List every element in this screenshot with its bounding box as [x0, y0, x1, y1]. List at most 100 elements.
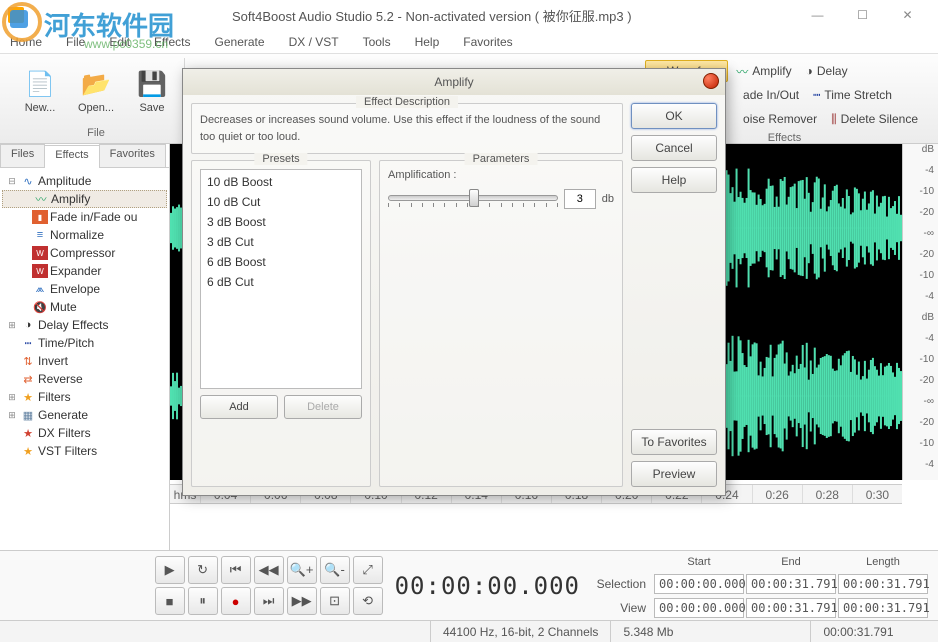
transport-buttons: ▶ ↻ ⏮ ◀◀ 🔍+ 🔍- ⤢ ■ ⏸ ● ⏭ ▶▶ ⊡ ⟲: [155, 556, 383, 615]
menu-home[interactable]: Home: [10, 35, 42, 49]
menu-favorites[interactable]: Favorites: [463, 35, 512, 49]
amplify-dialog: Amplify Effect Description Decreases or …: [182, 68, 726, 496]
effects-group-label: Effects: [768, 132, 801, 144]
delete-silence-button[interactable]: ⫼Delete Silence: [825, 108, 924, 130]
pause-button[interactable]: ⏸: [188, 587, 218, 615]
preset-item[interactable]: 3 dB Cut: [203, 232, 359, 252]
forward-button[interactable]: ▶▶: [287, 587, 317, 615]
end-header: End: [746, 556, 836, 568]
amplification-unit: db: [602, 193, 614, 205]
status-format: 44100 Hz, 16-bit, 2 Channels: [430, 621, 610, 642]
tree-compressor[interactable]: WCompressor: [2, 244, 167, 262]
preset-item[interactable]: 3 dB Boost: [203, 212, 359, 232]
maximize-button[interactable]: ☐: [840, 1, 885, 29]
preset-delete-button: Delete: [284, 395, 362, 419]
tab-favorites[interactable]: Favorites: [99, 144, 166, 167]
effects-tree[interactable]: ⊟∿Amplitude 〰Amplify ▮Fade in/Fade ou ≡N…: [0, 168, 169, 550]
titlebar: Soft4Boost Audio Studio 5.2 - Non-activa…: [0, 0, 938, 30]
preset-item[interactable]: 6 dB Boost: [203, 252, 359, 272]
presets-box: Presets 10 dB Boost10 dB Cut3 dB Boost3 …: [191, 160, 371, 487]
window-title: Soft4Boost Audio Studio 5.2 - Non-activa…: [232, 6, 795, 25]
effect-description-box: Effect Description Decreases or increase…: [191, 103, 623, 154]
tree-generate[interactable]: ⊞▦Generate: [2, 406, 167, 424]
selection-grid: Start End Length Selection 00:00:00.000 …: [592, 553, 928, 619]
start-header: Start: [654, 556, 744, 568]
noise-remover-button[interactable]: oise Remover: [737, 108, 823, 130]
zoom-100-button[interactable]: ⟲: [353, 587, 383, 615]
tree-mute[interactable]: 🔇Mute: [2, 298, 167, 316]
loop-button[interactable]: ↻: [188, 556, 218, 584]
tree-reverse[interactable]: ⇄Reverse: [2, 370, 167, 388]
tree-filters[interactable]: ⊞★Filters: [2, 388, 167, 406]
app-icon: [8, 7, 24, 23]
tree-fade[interactable]: ▮Fade in/Fade ou: [2, 208, 167, 226]
menu-file[interactable]: File: [66, 35, 85, 49]
menu-dxvst[interactable]: DX / VST: [289, 35, 339, 49]
view-end[interactable]: 00:00:31.791: [746, 598, 836, 618]
to-favorites-button[interactable]: To Favorites: [631, 429, 717, 455]
sel-start[interactable]: 00:00:00.000: [654, 574, 744, 594]
menu-edit[interactable]: Edit: [109, 35, 130, 49]
dialog-titlebar[interactable]: Amplify: [183, 69, 725, 95]
tree-invert[interactable]: ⇅Invert: [2, 352, 167, 370]
slider-thumb[interactable]: [469, 189, 479, 207]
menu-effects[interactable]: Effects: [154, 35, 190, 49]
next-marker-button[interactable]: ⏭: [254, 587, 284, 615]
tree-amplify[interactable]: 〰Amplify: [2, 190, 167, 208]
view-label: View: [592, 601, 652, 615]
tree-expander[interactable]: WExpander: [2, 262, 167, 280]
sel-end[interactable]: 00:00:31.791: [746, 574, 836, 594]
transport-bar: ▶ ↻ ⏮ ◀◀ 🔍+ 🔍- ⤢ ■ ⏸ ● ⏭ ▶▶ ⊡ ⟲ 00:00:00…: [0, 550, 938, 620]
tree-vst-filters[interactable]: ★VST Filters: [2, 442, 167, 460]
presets-list[interactable]: 10 dB Boost10 dB Cut3 dB Boost3 dB Cut6 …: [200, 169, 362, 389]
selection-label: Selection: [592, 577, 652, 591]
statusbar: 44100 Hz, 16-bit, 2 Channels 5.348 Mb 00…: [0, 620, 938, 642]
prev-marker-button[interactable]: ⏮: [221, 556, 251, 584]
view-length[interactable]: 00:00:31.791: [838, 598, 928, 618]
parameters-box: Parameters Amplification : db: [379, 160, 623, 487]
preset-add-button[interactable]: Add: [200, 395, 278, 419]
tree-envelope[interactable]: ⩕Envelope: [2, 280, 167, 298]
preset-item[interactable]: 6 dB Cut: [203, 272, 359, 292]
preview-button[interactable]: Preview: [631, 461, 717, 487]
amplify-button[interactable]: 〰Amplify: [730, 60, 797, 82]
rewind-button[interactable]: ◀◀: [254, 556, 284, 584]
sel-length[interactable]: 00:00:31.791: [838, 574, 928, 594]
tree-amplitude[interactable]: ⊟∿Amplitude: [2, 172, 167, 190]
ok-button[interactable]: OK: [631, 103, 717, 129]
stop-button[interactable]: ■: [155, 587, 185, 615]
view-start[interactable]: 00:00:00.000: [654, 598, 744, 618]
tree-normalize[interactable]: ≡Normalize: [2, 226, 167, 244]
zoom-out-button[interactable]: 🔍-: [320, 556, 350, 584]
menu-generate[interactable]: Generate: [215, 35, 265, 49]
zoom-sel-button[interactable]: ⤢: [353, 556, 383, 584]
tree-time-pitch[interactable]: ┉Time/Pitch: [2, 334, 167, 352]
amplification-input[interactable]: [564, 189, 596, 209]
zoom-in-button[interactable]: 🔍+: [287, 556, 317, 584]
fade-button[interactable]: ade In/Out: [737, 84, 805, 106]
minimize-button[interactable]: —: [795, 1, 840, 29]
preset-item[interactable]: 10 dB Boost: [203, 172, 359, 192]
cancel-button[interactable]: Cancel: [631, 135, 717, 161]
tree-dx-filters[interactable]: ★DX Filters: [2, 424, 167, 442]
save-button[interactable]: 💾Save: [126, 58, 178, 124]
amplification-slider[interactable]: [388, 189, 558, 209]
length-header: Length: [838, 556, 928, 568]
help-button[interactable]: Help: [631, 167, 717, 193]
timestretch-button[interactable]: ┉Time Stretch: [807, 84, 898, 106]
record-button[interactable]: ●: [221, 587, 251, 615]
close-button[interactable]: ✕: [885, 1, 930, 29]
tab-files[interactable]: Files: [0, 144, 45, 167]
dialog-close-icon[interactable]: [703, 73, 719, 89]
tree-delay-effects[interactable]: ⊞◑Delay Effects: [2, 316, 167, 334]
preset-item[interactable]: 10 dB Cut: [203, 192, 359, 212]
menu-tools[interactable]: Tools: [363, 35, 391, 49]
play-button[interactable]: ▶: [155, 556, 185, 584]
delay-button[interactable]: ◑Delay: [800, 60, 854, 82]
open-button[interactable]: 📂Open...: [70, 58, 122, 124]
new-button[interactable]: 📄New...: [14, 58, 66, 124]
menu-help[interactable]: Help: [415, 35, 440, 49]
sidebar: Files Effects Favorites ⊟∿Amplitude 〰Amp…: [0, 144, 170, 550]
tab-effects[interactable]: Effects: [44, 145, 99, 168]
zoom-fit-button[interactable]: ⊡: [320, 587, 350, 615]
